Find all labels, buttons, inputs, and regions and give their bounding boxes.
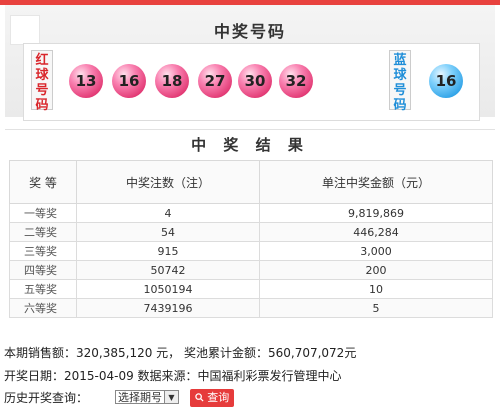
results-title: 中 奖 结 果 [5, 129, 495, 160]
prize-level: 二等奖 [9, 222, 77, 242]
red-ball-tag: 红 球 号 码 [31, 50, 53, 113]
table-row: 二等奖 54 446,284 [9, 222, 493, 242]
red-tag-char: 号 [35, 83, 49, 98]
prize-count: 7439196 [76, 298, 260, 318]
red-ball: 18 [155, 64, 189, 98]
history-query-label: 历史开奖查询： [4, 391, 89, 405]
header-count: 中奖注数（注） [76, 160, 260, 204]
blue-ball: 16 [429, 64, 463, 98]
prize-amount: 200 [259, 260, 493, 280]
query-button[interactable]: 查询 [190, 389, 234, 407]
winning-numbers-title: 中奖号码 [213, 22, 286, 41]
ball-area: 红 球 号 码 13 16 18 27 30 32 蓝 球 号 码 16 [23, 43, 480, 121]
prize-table: 奖 等 中奖注数（注） 单注中奖金额（元） 一等奖 4 9,819,869 二等… [9, 160, 493, 318]
prize-count: 54 [76, 222, 260, 242]
prize-level: 五等奖 [9, 279, 77, 299]
red-ball: 16 [112, 64, 146, 98]
prize-amount: 9,819,869 [259, 203, 493, 223]
prize-amount: 10 [259, 279, 493, 299]
prize-level: 四等奖 [9, 260, 77, 280]
header-amount: 单注中奖金额（元） [259, 160, 493, 204]
prize-count: 1050194 [76, 279, 260, 299]
red-ball: 27 [198, 64, 232, 98]
prize-count: 50742 [76, 260, 260, 280]
prize-count: 915 [76, 241, 260, 261]
issue-select-value[interactable]: 选择期号 [115, 390, 165, 404]
prize-amount: 3,000 [259, 241, 493, 261]
red-tag-char: 球 [35, 68, 49, 83]
red-ball: 13 [69, 64, 103, 98]
prize-amount: 446,284 [259, 222, 493, 242]
table-row: 三等奖 915 3,000 [9, 241, 493, 261]
draw-date-info: 开奖日期：2015-04-09 数据来源：中国福利彩票发行管理中心 [4, 369, 342, 383]
red-tag-char: 码 [35, 98, 49, 113]
sales-info: 本期销售额：320,385,120 元， 奖池累计金额：560,707,072元 [4, 346, 357, 360]
blue-ball-tag: 蓝 球 号 码 [389, 50, 411, 113]
query-label: 查询 [207, 391, 230, 404]
red-ball: 30 [238, 64, 272, 98]
red-ball: 32 [279, 64, 313, 98]
prize-count: 4 [76, 203, 260, 223]
prize-level: 一等奖 [9, 203, 77, 223]
chevron-down-icon[interactable]: ▼ [165, 390, 179, 404]
winning-numbers-panel: 中奖号码 红 球 号 码 13 16 18 27 30 32 蓝 球 号 码 1… [5, 5, 495, 121]
table-row: 五等奖 1050194 10 [9, 279, 493, 299]
blue-tag-char: 号 [393, 83, 407, 98]
table-row: 四等奖 50742 200 [9, 260, 493, 280]
blue-tag-char: 球 [393, 68, 407, 83]
issue-select[interactable]: 选择期号 ▼ [115, 389, 179, 405]
header-level: 奖 等 [9, 160, 77, 204]
prize-level: 六等奖 [9, 298, 77, 318]
table-header-row: 奖 等 中奖注数（注） 单注中奖金额（元） [9, 160, 493, 204]
table-row: 一等奖 4 9,819,869 [9, 203, 493, 223]
red-tag-char: 红 [35, 53, 49, 68]
prize-amount: 5 [259, 298, 493, 318]
blue-tag-char: 码 [393, 98, 407, 113]
table-row: 六等奖 7439196 5 [9, 298, 493, 318]
prize-level: 三等奖 [9, 241, 77, 261]
search-icon [195, 391, 208, 404]
blue-tag-char: 蓝 [393, 53, 407, 68]
